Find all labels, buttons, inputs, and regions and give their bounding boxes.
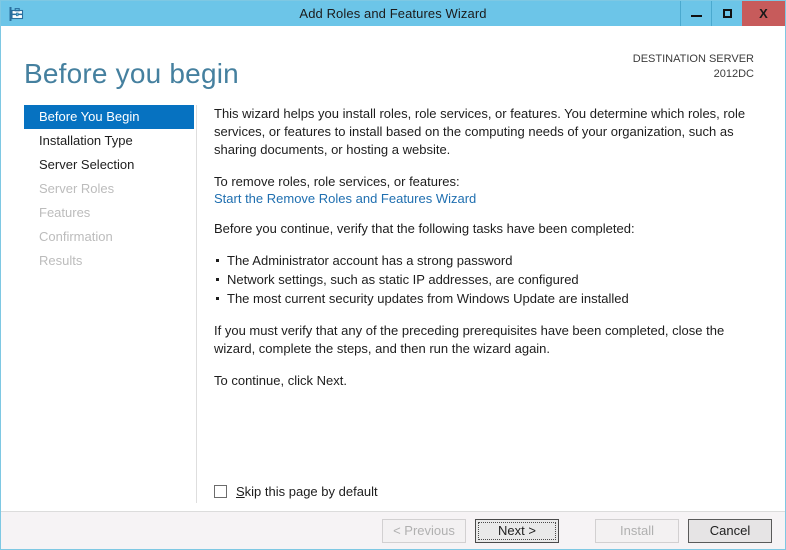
list-item: The most current security updates from W… [214,290,763,308]
wizard-body: Before You Begin Installation Type Serve… [1,100,785,511]
sidebar-item-server-roles: Server Roles [39,181,115,196]
wizard-navigation: Before You Begin Installation Type Serve… [1,100,197,511]
sidebar-item-server-selection[interactable]: Server Selection [24,153,194,177]
page-header: Before you begin DESTINATION SERVER 2012… [1,26,785,100]
title-bar: Add Roles and Features Wizard X [1,1,785,26]
remove-prompt: To remove roles, role services, or featu… [214,174,460,189]
wizard-window: Add Roles and Features Wizard X Before y… [0,0,786,550]
remove-roles-link[interactable]: Start the Remove Roles and Features Wiza… [214,191,476,206]
wizard-footer: < Previous Next > Install Cancel [1,511,785,549]
window-controls: X [680,1,785,26]
server-toolbox-icon [1,1,27,26]
sidebar-item-results: Results [39,253,83,268]
skip-page-accelerator: S [236,484,245,499]
skip-page-label-text: kip this page by default [244,484,378,499]
sidebar-item-installation-type[interactable]: Installation Type [24,129,194,153]
install-button[interactable]: Install [595,518,679,543]
destination-server: DESTINATION SERVER 2012DC [633,52,754,82]
verify-prompt: Before you continue, verify that the fol… [214,221,635,236]
prerequisite-task-list: The Administrator account has a strong p… [214,252,763,308]
minimize-button[interactable] [680,1,711,26]
sidebar-item-before-you-begin[interactable]: Before You Begin [24,105,194,129]
skip-page-checkbox[interactable] [214,485,227,498]
sidebar-item-features: Features [39,205,91,220]
next-button[interactable]: Next > [475,518,559,543]
list-item: The Administrator account has a strong p… [214,252,763,270]
window-title: Add Roles and Features Wizard [299,6,487,21]
continue-note: To continue, click Next. [214,373,347,388]
skip-page-row[interactable]: Skip this page by default [214,484,378,499]
maximize-button[interactable] [711,1,742,26]
prerequisite-note: If you must verify that any of the prece… [214,323,725,356]
sidebar-item-confirmation: Confirmation [39,229,113,244]
maximize-icon [722,9,732,18]
page-title: Before you begin [24,58,239,89]
intro-paragraph: This wizard helps you install roles, rol… [214,106,746,157]
destination-server-name: 2012DC [713,68,754,80]
cancel-button[interactable]: Cancel [688,518,772,543]
minimize-icon [690,15,702,17]
previous-button[interactable]: < Previous [382,518,466,543]
wizard-content: This wizard helps you install roles, rol… [196,100,785,511]
close-button[interactable]: X [742,1,785,26]
list-item: Network settings, such as static IP addr… [214,271,763,289]
destination-server-label: DESTINATION SERVER [632,53,754,65]
skip-page-label: Skip this page by default [236,484,378,499]
